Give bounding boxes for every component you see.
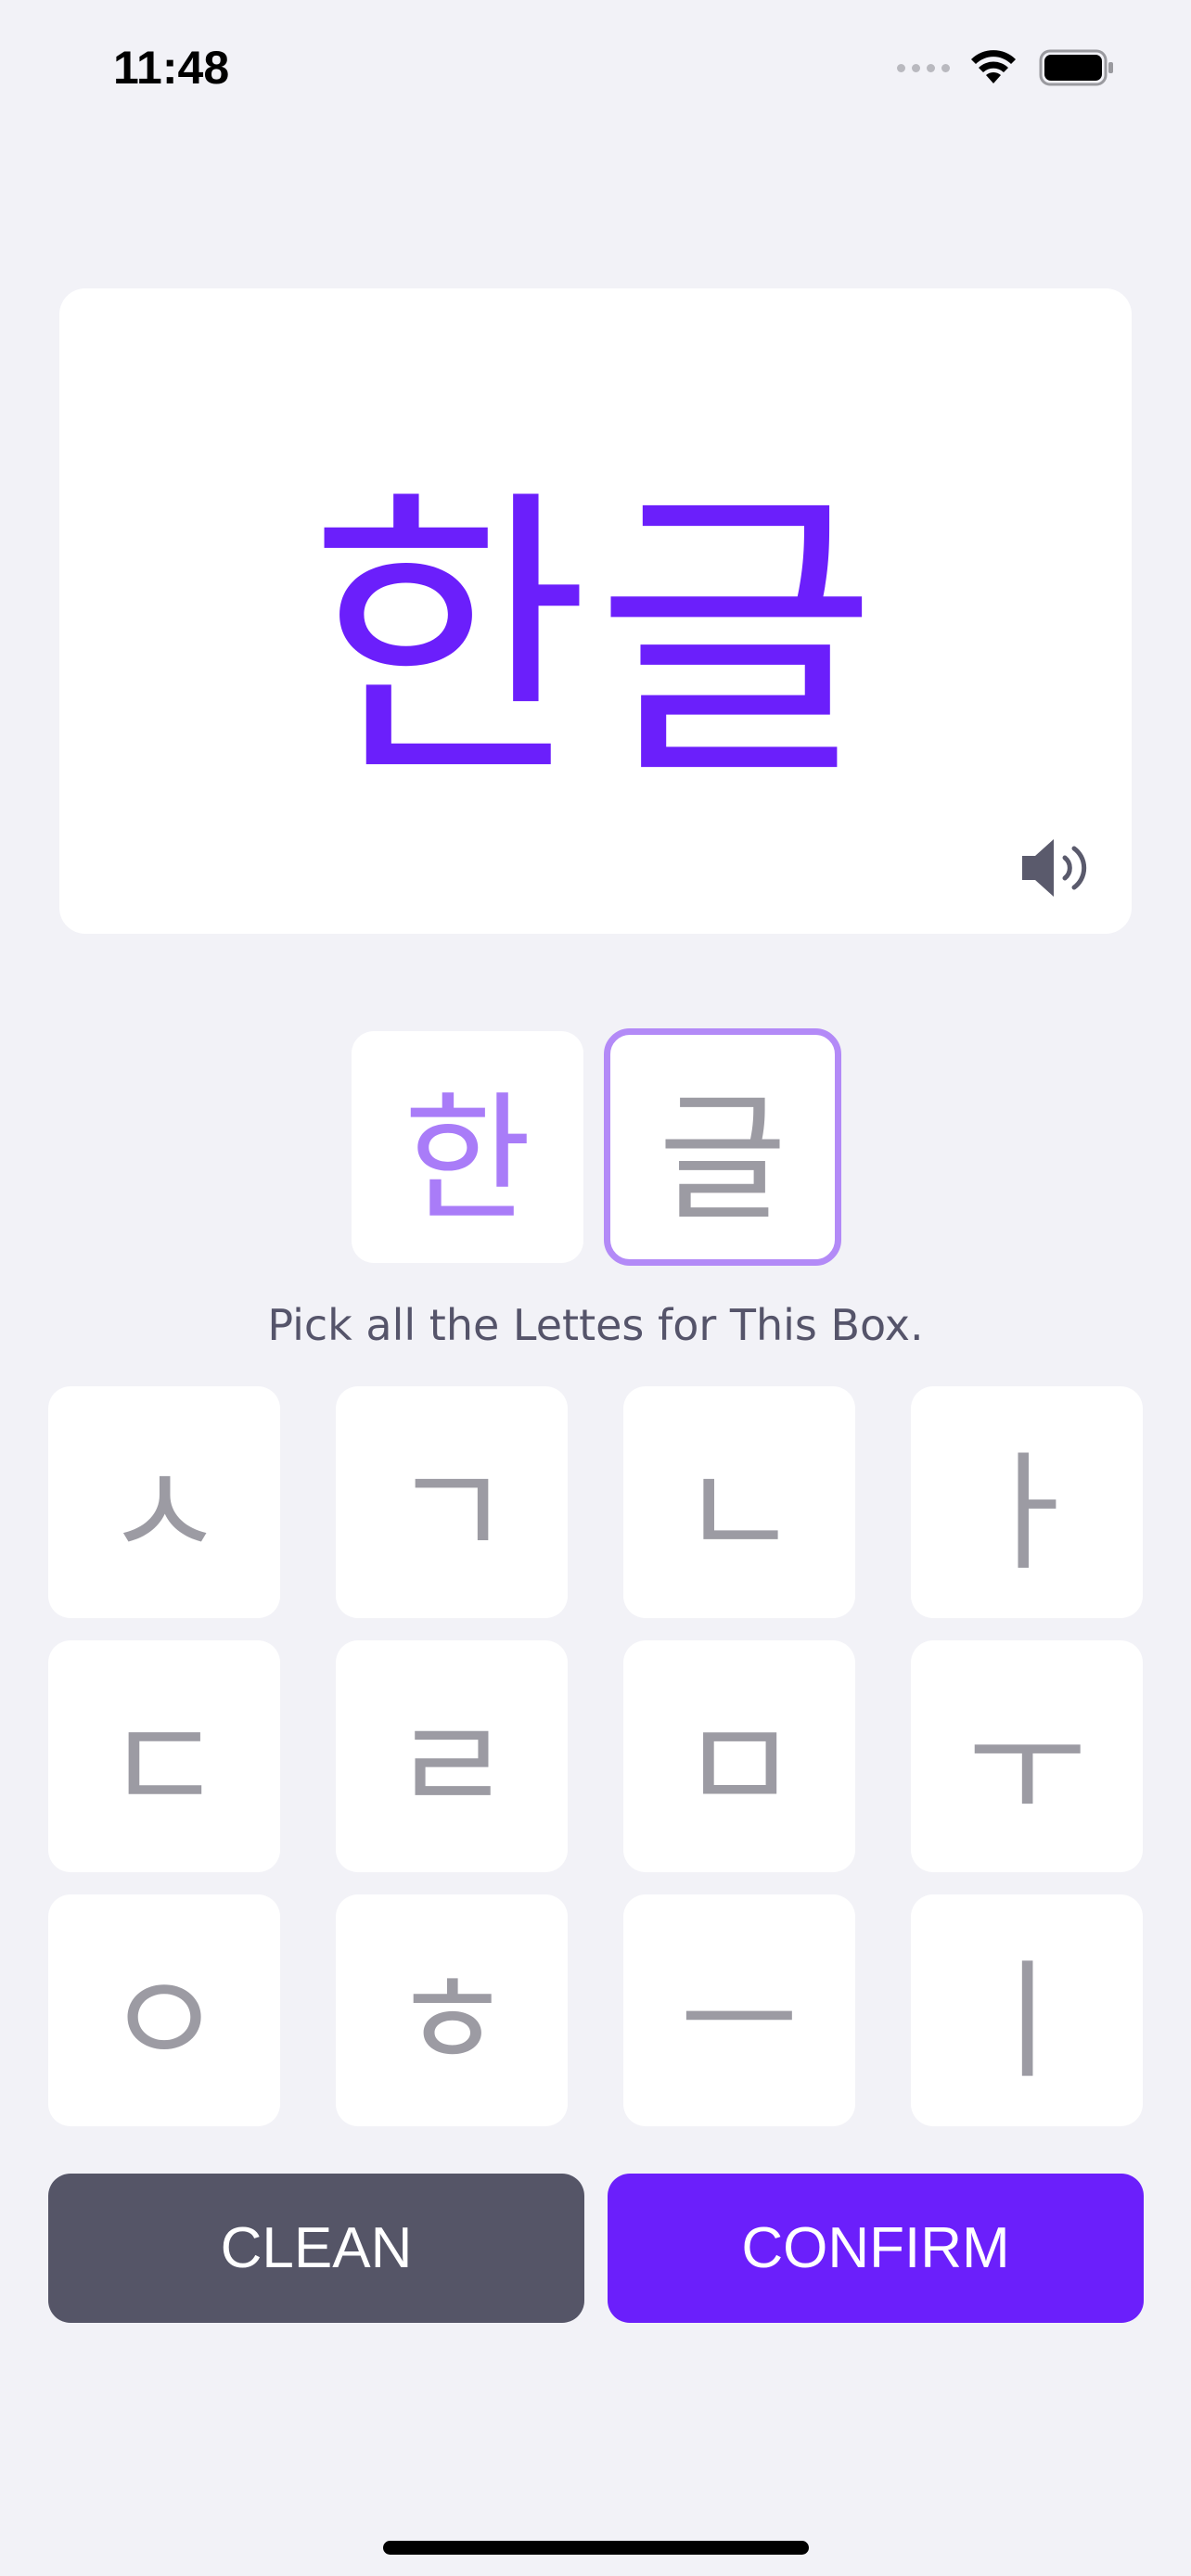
- letter-key[interactable]: ㅁ: [623, 1640, 855, 1872]
- letter-key[interactable]: ㄴ: [623, 1386, 855, 1618]
- letter-key[interactable]: ㄷ: [48, 1640, 280, 1872]
- status-icons: [897, 45, 1115, 91]
- confirm-button[interactable]: CONFIRM: [608, 2174, 1144, 2323]
- letter-key[interactable]: ㅅ: [48, 1386, 280, 1618]
- speaker-volume-icon[interactable]: [1017, 832, 1098, 904]
- status-time: 11:48: [113, 42, 230, 94]
- letter-key[interactable]: ㅡ: [623, 1894, 855, 2126]
- syllable-box-completed[interactable]: 한: [352, 1031, 583, 1263]
- letter-key[interactable]: ㅣ: [911, 1894, 1143, 2126]
- instruction-text: Pick all the Lettes for This Box.: [267, 1300, 924, 1350]
- clean-button[interactable]: CLEAN: [48, 2174, 584, 2323]
- letter-key[interactable]: ㅜ: [911, 1640, 1143, 1872]
- letter-key[interactable]: ㄹ: [336, 1640, 568, 1872]
- wifi-icon: [971, 50, 1016, 83]
- letter-key[interactable]: ㅇ: [48, 1894, 280, 2126]
- cellular-signal-icon: [897, 63, 950, 72]
- letter-key[interactable]: ㅏ: [911, 1386, 1143, 1618]
- letter-key[interactable]: ㅎ: [336, 1894, 568, 2126]
- letter-grid: ㅅ ㄱ ㄴ ㅏ ㄷ ㄹ ㅁ ㅜ ㅇ ㅎ ㅡ ㅣ: [48, 1386, 1143, 2126]
- home-indicator[interactable]: [383, 2541, 809, 2555]
- battery-icon: [1039, 49, 1113, 86]
- syllable-box-active[interactable]: 글: [604, 1028, 841, 1266]
- word-card: 한글: [59, 288, 1132, 934]
- word-text: 한글: [308, 463, 883, 819]
- letter-key[interactable]: ㄱ: [336, 1386, 568, 1618]
